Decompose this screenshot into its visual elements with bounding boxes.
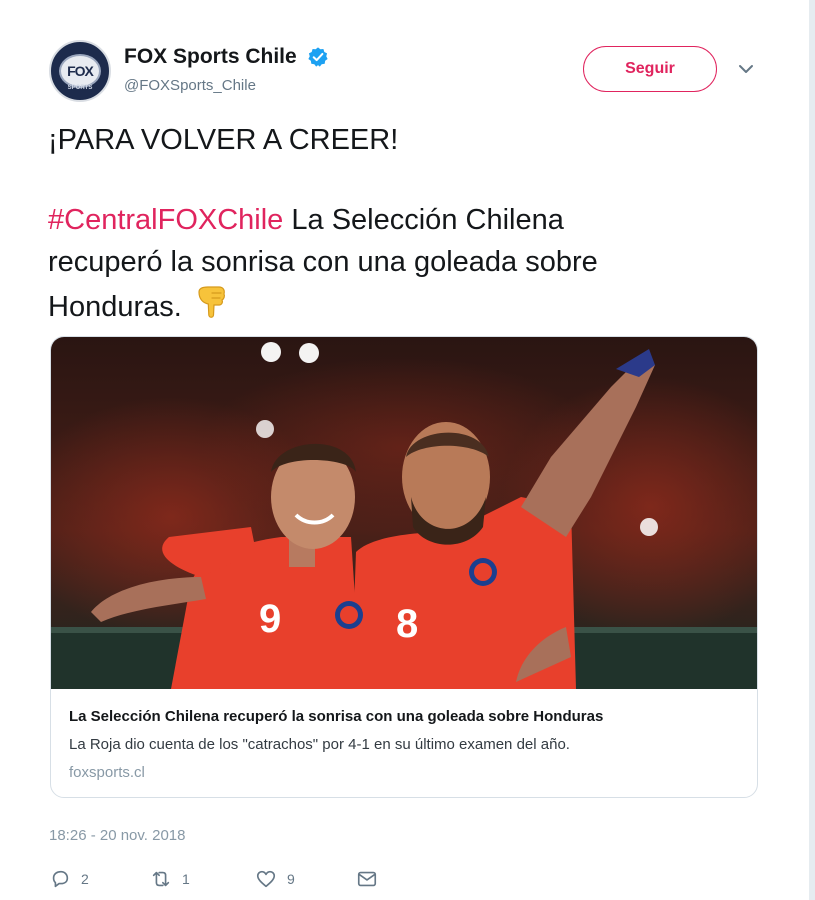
like-button[interactable]: 9 <box>255 866 295 892</box>
direct-message-button[interactable] <box>356 866 378 892</box>
hashtag-link[interactable]: #CentralFOXChile <box>48 204 283 236</box>
like-count: 9 <box>287 871 295 887</box>
card-title: La Selección Chilena recuperó la sonrisa… <box>69 708 604 725</box>
tweet: FOX SPORTS FOX Sports Chile @FOXSports_C… <box>0 0 815 900</box>
verified-badge-icon <box>308 47 328 67</box>
display-name[interactable]: FOX Sports Chile <box>124 44 297 70</box>
player-number-8: 8 <box>396 602 418 646</box>
tweet-text-line-3: recuperó la sonrisa con una goleada sobr… <box>48 246 598 278</box>
retweet-count: 1 <box>182 871 190 887</box>
pointing-down-hand-icon <box>198 286 225 318</box>
card-photo: 9 8 <box>51 337 757 689</box>
card-description: La Roja dio cuenta de los "catrachos" po… <box>69 736 570 753</box>
reply-count: 2 <box>81 871 89 887</box>
tweet-text-line-4-text: Honduras. <box>48 291 182 323</box>
tweet-timestamp[interactable]: 18:26 - 20 nov. 2018 <box>49 826 186 846</box>
chevron-down-icon[interactable] <box>738 63 754 75</box>
heart-icon <box>256 870 276 888</box>
window-edge <box>809 0 815 900</box>
avatar[interactable]: FOX SPORTS <box>49 40 111 102</box>
retweet-button[interactable]: 1 <box>150 866 190 892</box>
tweet-text-line-2: #CentralFOXChile La Selección Chilena <box>48 200 564 240</box>
tweet-text-line-2-rest: La Selección Chilena <box>283 204 564 236</box>
fox-sports-logo-subtext: SPORTS <box>67 85 93 91</box>
player-number-9: 9 <box>259 597 281 641</box>
envelope-icon <box>357 871 377 887</box>
tweet-text-line-1: ¡PARA VOLVER A CREER! <box>48 124 399 156</box>
screen-name[interactable]: @FOXSports_Chile <box>124 76 256 96</box>
tweet-text-line-4: Honduras. <box>48 284 228 327</box>
card-domain: foxsports.cl <box>69 764 145 781</box>
reply-icon <box>52 870 69 888</box>
reply-button[interactable]: 2 <box>49 866 89 892</box>
retweet-icon <box>152 871 170 887</box>
link-card[interactable]: 9 8 La Selección Chilena recuperó la son… <box>50 336 758 798</box>
fox-sports-logo: FOX <box>59 54 101 88</box>
follow-button[interactable]: Seguir <box>583 46 717 92</box>
